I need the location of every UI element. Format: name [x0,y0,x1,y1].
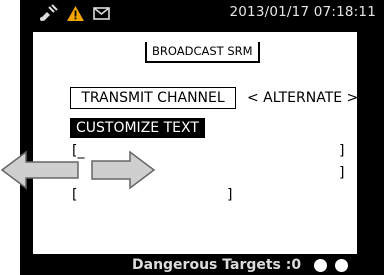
status-icons [38,3,110,23]
text-line-2-close: ] [339,165,345,181]
envelope-icon [93,6,110,20]
screen-title: BROADCAST SRM [145,42,260,63]
arrow-left-icon[interactable] [0,150,79,190]
warning-icon [66,5,85,22]
customize-text-label: CUSTOMIZE TEXT [70,118,205,138]
text-line-1-close: ] [339,143,345,159]
transmit-channel-selector[interactable]: < ALTERNATE > [247,87,358,109]
dangerous-targets-status: Dangerous Targets :0 [132,257,302,273]
satellite-icon [38,4,58,22]
indicator-dot-1 [314,259,327,272]
navigation-arrows [0,150,156,190]
transmit-channel-field[interactable]: TRANSMIT CHANNEL [70,87,236,109]
datetime-display: 2013/01/17 07:18:11 [229,4,376,20]
transmit-channel-label: TRANSMIT CHANNEL [81,90,225,106]
indicator-dot-2 [335,259,348,272]
text-line-3-close: ] [227,187,233,203]
arrow-right-icon[interactable] [91,150,156,190]
